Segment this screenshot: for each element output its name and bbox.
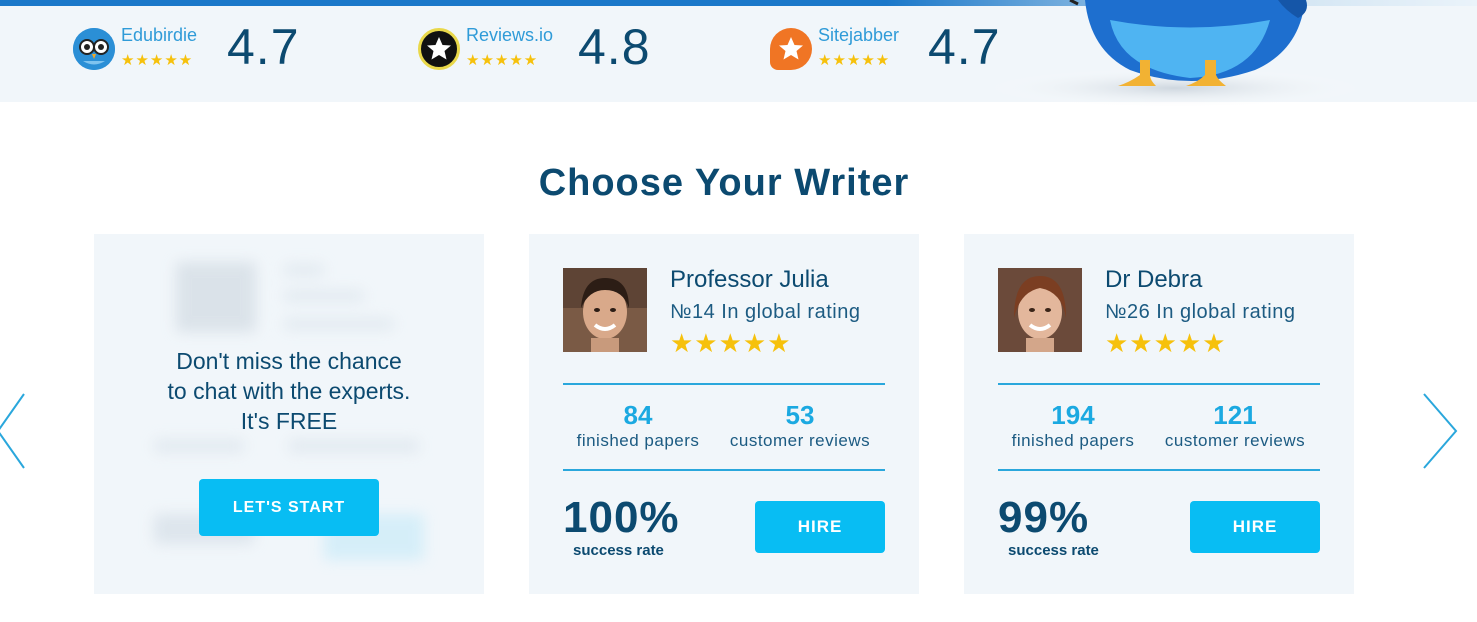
lets-start-button[interactable]: LET'S START (199, 479, 379, 536)
writer-stars: ★★★★★ (1105, 328, 1227, 358)
papers-count: 84 (623, 400, 653, 430)
rating-score: 4.8 (578, 19, 651, 75)
rating-site-name: Reviews.io (466, 25, 554, 45)
customer-reviews-stat: 121 customer reviews (1155, 400, 1315, 452)
writer-avatar (563, 268, 647, 352)
papers-count: 194 (1051, 400, 1095, 430)
writer-stars: ★★★★★ (670, 328, 792, 358)
divider (563, 383, 885, 385)
promo-line-2: to chat with the experts. (167, 378, 411, 404)
success-rate: 100% success rate (563, 494, 680, 560)
writer-name[interactable]: Professor Julia (670, 266, 829, 294)
writer-rank: №14 In global rating (670, 301, 861, 323)
finished-papers-stat: 84 finished papers (558, 400, 718, 452)
reviews-label: customer reviews (1164, 431, 1306, 450)
writer-rank: №26 In global rating (1105, 301, 1296, 323)
reviews-count: 121 (1213, 400, 1257, 430)
mascot-bird-image (980, 0, 1360, 110)
star-badge-icon (418, 28, 460, 70)
rating-site-name: Sitejabber (818, 25, 900, 45)
success-rate: 99% success rate (998, 494, 1099, 560)
success-rate-label: success rate (573, 542, 664, 559)
promo-message: Don't miss the chance to chat with the e… (94, 346, 484, 436)
success-rate-value: 99% (998, 493, 1090, 542)
carousel-prev-arrow-icon[interactable] (0, 392, 34, 470)
success-rate-value: 100% (563, 493, 680, 542)
divider (563, 469, 885, 471)
papers-label: finished papers (1011, 431, 1135, 450)
edubirdie-owl-icon (73, 28, 115, 70)
papers-label: finished papers (576, 431, 700, 450)
writer-avatar (998, 268, 1082, 352)
rating-stars: ★★★★★ (466, 52, 539, 69)
speech-star-icon (770, 28, 812, 70)
hire-button[interactable]: HIRE (1190, 501, 1320, 553)
finished-papers-stat: 194 finished papers (993, 400, 1153, 452)
hire-button[interactable]: HIRE (755, 501, 885, 553)
reviews-label: customer reviews (729, 431, 871, 450)
rating-stars: ★★★★★ (818, 52, 891, 69)
divider (998, 383, 1320, 385)
divider (998, 469, 1320, 471)
rating-score: 4.7 (227, 19, 300, 75)
rating-site-name: Edubirdie (121, 25, 198, 45)
writer-card: Professor Julia №14 In global rating ★★★… (529, 234, 919, 594)
carousel-next-arrow-icon[interactable] (1420, 392, 1460, 470)
reviews-count: 53 (785, 400, 815, 430)
section-title: Choose Your Writer (538, 162, 910, 204)
promo-line-1: Don't miss the chance (176, 348, 402, 374)
writer-card: Dr Debra №26 In global rating ★★★★★ 194 … (964, 234, 1354, 594)
chat-promo-card: Don't miss the chance to chat with the e… (94, 234, 484, 594)
success-rate-label: success rate (1008, 542, 1099, 559)
promo-line-3: It's FREE (240, 408, 338, 434)
writer-name[interactable]: Dr Debra (1105, 266, 1202, 294)
customer-reviews-stat: 53 customer reviews (720, 400, 880, 452)
rating-stars: ★★★★★ (121, 52, 194, 69)
